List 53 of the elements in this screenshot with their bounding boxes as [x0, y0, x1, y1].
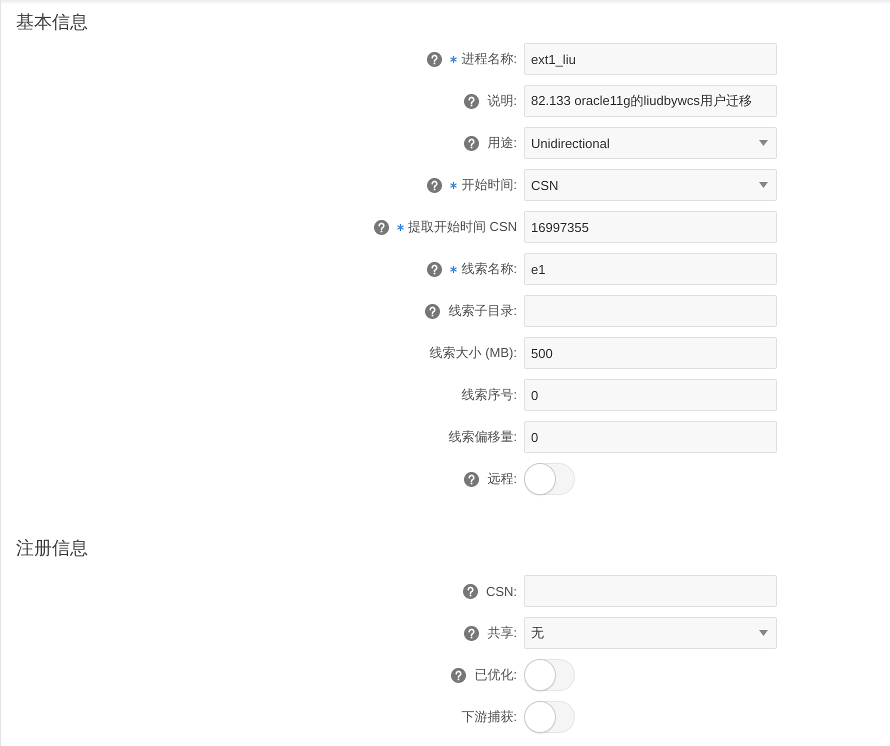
field-label: 线索大小 (MB):	[430, 344, 517, 362]
toggle-switch[interactable]	[524, 701, 575, 733]
help-icon[interactable]	[464, 626, 480, 640]
input-field[interactable]	[524, 575, 777, 607]
required-icon	[450, 182, 458, 189]
section-title: 注册信息	[15, 537, 88, 560]
select-value: CSN	[531, 178, 558, 192]
input-field[interactable]: ext1_liu	[524, 43, 777, 75]
required-icon	[450, 266, 458, 273]
input-field[interactable]	[524, 295, 777, 327]
caret-icon	[759, 630, 768, 636]
toggle-switch[interactable]	[524, 463, 575, 495]
field-label: 下游捕获:	[461, 708, 517, 726]
select-value: 无	[531, 624, 544, 642]
required-icon	[450, 56, 458, 63]
select-field[interactable]: Unidirectional	[524, 127, 777, 159]
select-field[interactable]: 无	[524, 617, 777, 649]
field-label: 用途:	[487, 134, 517, 152]
help-icon[interactable]	[464, 472, 480, 486]
select-field[interactable]: CSN	[524, 169, 777, 201]
field-label: 线索偏移量:	[448, 428, 517, 446]
required-icon	[396, 224, 404, 231]
help-icon[interactable]	[464, 136, 480, 150]
field-label: 进程名称:	[461, 50, 517, 68]
input-field[interactable]: 16997355	[524, 211, 777, 243]
input-field[interactable]: 0	[524, 379, 777, 411]
caret-icon	[759, 140, 768, 146]
section-title: 基本信息	[15, 11, 88, 34]
select-value: Unidirectional	[531, 136, 610, 150]
input-field[interactable]: 0	[524, 421, 777, 453]
field-label: 开始时间:	[461, 176, 517, 194]
field-label: 线索序号:	[461, 386, 517, 404]
input-field[interactable]: 82.133 oracle11g的liudbywcs用户迁移	[524, 85, 777, 117]
field-label: 说明:	[487, 92, 517, 110]
field-label: 共享:	[487, 624, 517, 642]
input-field[interactable]: e1	[524, 253, 777, 285]
field-label: 线索子目录:	[448, 302, 517, 320]
help-icon[interactable]	[374, 220, 389, 234]
field-label: CSN:	[486, 584, 517, 598]
caret-icon	[759, 182, 768, 188]
help-icon[interactable]	[427, 52, 442, 66]
help-icon[interactable]	[462, 584, 478, 598]
field-label: 远程:	[487, 470, 517, 488]
field-label: 线索名称:	[461, 260, 517, 278]
toggle-switch[interactable]	[524, 659, 575, 691]
help-icon[interactable]	[451, 668, 466, 682]
help-icon[interactable]	[425, 304, 440, 318]
field-label: 提取开始时间 CSN	[408, 218, 517, 236]
help-icon[interactable]	[427, 262, 442, 276]
input-field[interactable]: 500	[524, 337, 777, 369]
field-label: 已优化:	[474, 666, 517, 684]
help-icon[interactable]	[427, 178, 442, 192]
help-icon[interactable]	[464, 94, 480, 108]
